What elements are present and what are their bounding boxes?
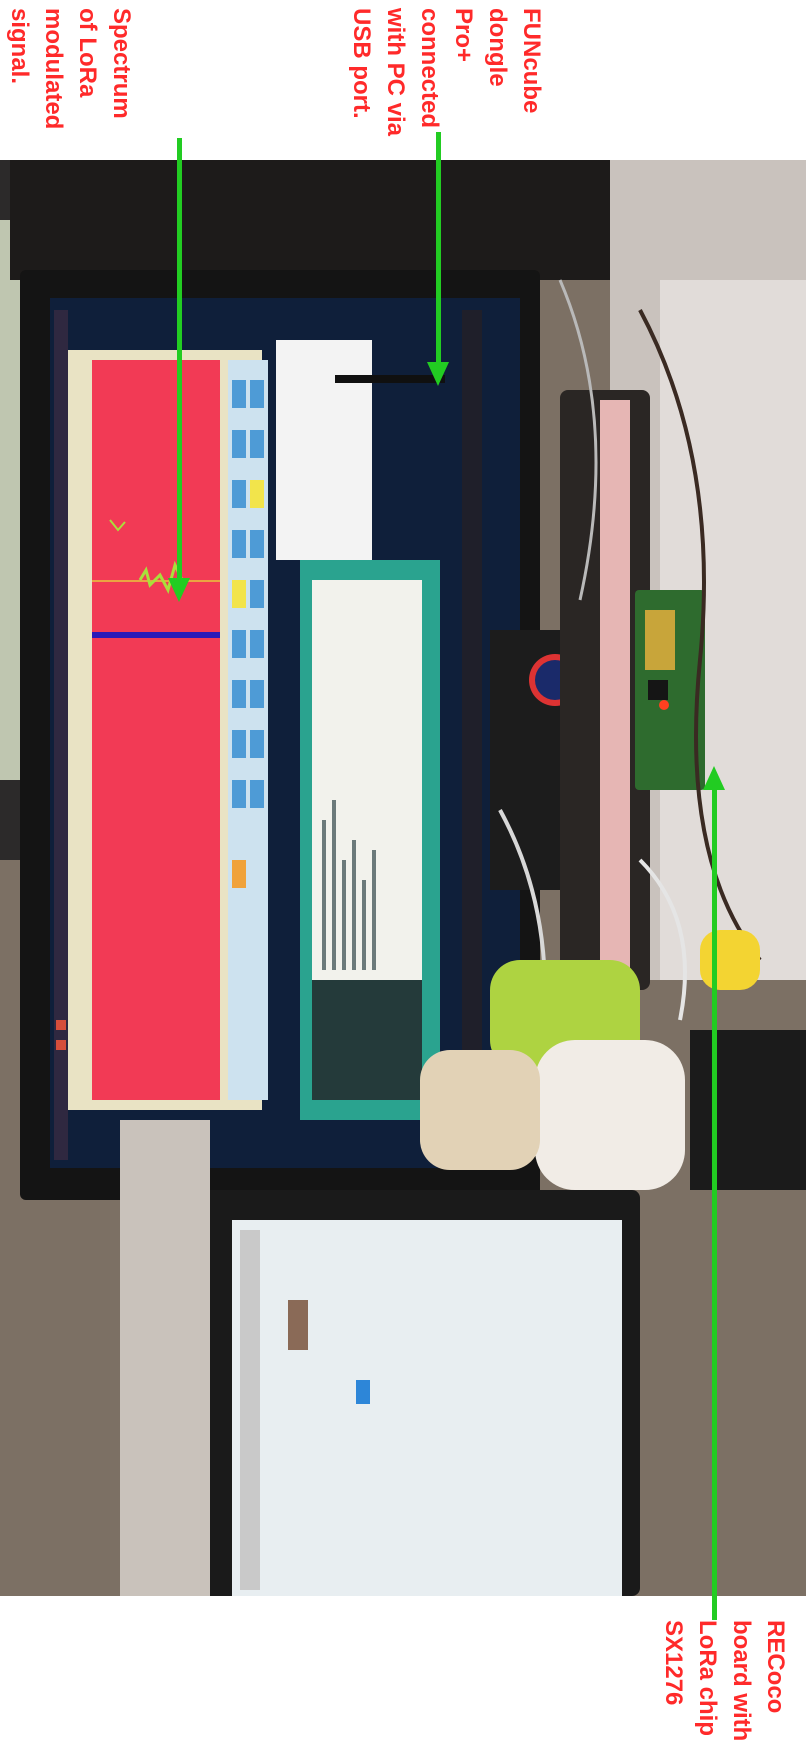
funcube-line-2: dongle	[484, 8, 511, 87]
spectrum-line-4: signal.	[6, 8, 33, 85]
spectrum-line-2: of LoRa	[74, 8, 101, 98]
signal-line	[92, 632, 220, 638]
funcube-line-4: connected	[416, 8, 443, 129]
funcube-line-5: with PC via	[382, 8, 409, 137]
recoco-line-4: SX1276	[660, 1620, 687, 1706]
spectrum-waterfall	[92, 360, 220, 1100]
spectrum-annotation: Spectrum of LoRa modulated signal.	[2, 8, 138, 129]
recoco-annotation: RECoco board with LoRa chip SX1276	[656, 1620, 792, 1741]
laptop	[120, 1120, 640, 1596]
funcube-window	[276, 340, 372, 560]
funcube-line-1: FUNcube	[518, 8, 545, 114]
recoco-line-3: LoRa chip	[694, 1620, 721, 1737]
photo-scene	[0, 160, 806, 1596]
spectrum-arrow	[177, 138, 182, 578]
spectrum-line-1: Spectrum	[108, 8, 135, 119]
funcube-arrowhead	[427, 362, 449, 386]
recoco-line-1: RECoco	[762, 1620, 789, 1714]
funcube-annotation: FUNcube dongle Pro+ connected with PC vi…	[344, 8, 548, 136]
recoco-arrow	[712, 790, 717, 1620]
recoco-line-2: board with	[728, 1620, 755, 1741]
recoco-arrowhead	[703, 766, 725, 790]
spectrum-arrowhead	[168, 578, 190, 602]
desk-photo	[0, 160, 806, 1596]
funcube-line-6: USB port.	[348, 8, 375, 119]
funcube-line-3: Pro+	[450, 8, 477, 63]
spectrum-line-3: modulated	[40, 8, 67, 130]
funcube-arrow	[436, 132, 441, 362]
